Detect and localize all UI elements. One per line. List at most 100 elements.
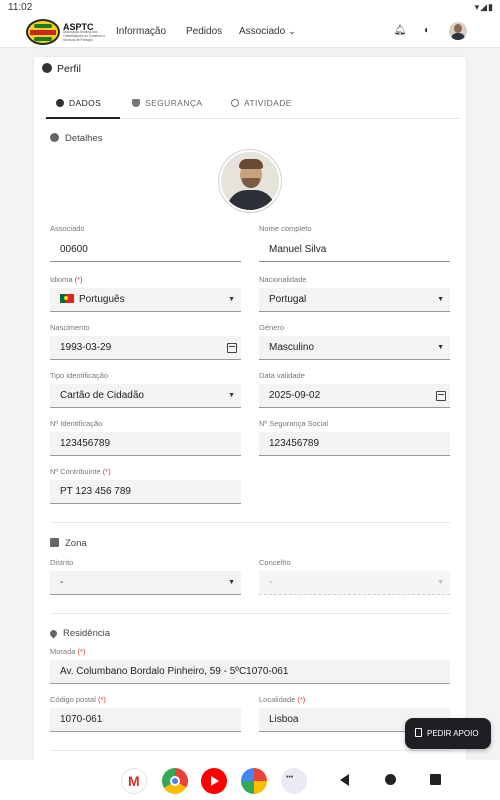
nome-label: Nome completo [259, 224, 312, 233]
user-avatar[interactable] [449, 22, 467, 40]
nav-associado[interactable]: Associado ⌄ [239, 26, 296, 37]
history-icon [231, 99, 239, 107]
brand-subtitle: Associação Sindical dos Trabalhadores do… [63, 30, 106, 42]
nascimento-date-input[interactable]: 1993-03-29 [50, 336, 241, 360]
section-divider [50, 750, 450, 751]
calendar-icon[interactable] [436, 391, 446, 401]
back-icon[interactable] [340, 774, 349, 786]
section-residencia-title: Residência [63, 628, 110, 639]
logo-stripe-bottom [34, 37, 52, 41]
profile-card: Perfil DADOS SEGURANÇA ATIVIDADE Detalhe… [34, 57, 466, 767]
validade-value: 2025-09-02 [269, 390, 321, 401]
photo-body [227, 190, 275, 210]
seg-social-field[interactable]: 123456789 [259, 432, 450, 456]
location-pin-icon [48, 628, 59, 639]
home-icon[interactable] [385, 774, 396, 785]
portugal-flag-icon [60, 294, 74, 303]
profile-photo[interactable] [219, 150, 281, 212]
shield-icon [132, 99, 140, 107]
codigo-postal-label: Código postal (*) [50, 695, 106, 704]
localidade-label: Localidade (*) [259, 695, 305, 704]
nav-pedidos[interactable]: Pedidos [186, 26, 222, 37]
idioma-label-text: Idioma [50, 275, 73, 284]
section-divider [50, 522, 450, 523]
morada-label: Morada (*) [50, 647, 85, 656]
nacionalidade-value: Portugal [269, 294, 307, 305]
tab-atividade-label: ATIVIDADE [244, 98, 292, 108]
genero-select[interactable]: Masculino ▼ [259, 336, 450, 360]
dropdown-arrow-icon: ▼ [228, 392, 235, 399]
tab-dados-label: DADOS [69, 98, 102, 108]
genero-value: Masculino [269, 342, 315, 353]
bell-icon[interactable]: 🔔︎ [393, 24, 407, 38]
tab-seguranca[interactable]: SEGURANÇA [132, 98, 202, 108]
concelho-label: Concelho [259, 558, 291, 567]
android-navigation-bar [0, 760, 500, 800]
app-drawer-icon[interactable] [281, 768, 307, 794]
seg-social-label: Nº Segurança Social [259, 419, 329, 428]
info-icon [50, 133, 59, 142]
language-icon[interactable]: ◐ [420, 24, 434, 38]
section-detalhes: Detalhes [50, 133, 103, 144]
photos-icon[interactable] [241, 768, 267, 794]
section-divider [50, 613, 450, 614]
brand-logo[interactable] [26, 19, 60, 45]
morada-label-text: Morada [50, 647, 76, 656]
idioma-select[interactable]: Português ▼ [50, 288, 241, 312]
associado-label: Associado [50, 224, 85, 233]
pedir-apoio-label: PEDIR APOIO [427, 729, 479, 738]
validade-date-input[interactable]: 2025-09-02 [259, 384, 450, 408]
dropdown-arrow-icon: ▼ [437, 344, 444, 351]
pedir-apoio-button[interactable]: PEDIR APOIO [405, 718, 491, 749]
recents-icon[interactable] [430, 774, 441, 785]
required-marker: (*) [102, 467, 111, 476]
codigo-postal-label-text: Código postal [50, 695, 96, 704]
nav-informacao[interactable]: Informação [116, 26, 166, 37]
codigo-postal-field[interactable]: 1070-061 [50, 708, 241, 732]
chevron-down-icon: ⌄ [288, 26, 296, 36]
tipo-id-select[interactable]: Cartão de Cidadão ▼ [50, 384, 241, 408]
gmail-icon[interactable] [121, 768, 147, 794]
document-icon [415, 728, 422, 737]
nacionalidade-select[interactable]: Portugal ▼ [259, 288, 450, 312]
card-title-text: Perfil [57, 63, 81, 75]
idioma-value: Português [79, 294, 125, 305]
logo-stripe-middle [30, 30, 56, 35]
num-id-field[interactable]: 123456789 [50, 432, 241, 456]
nascimento-value: 1993-03-29 [60, 342, 112, 353]
calendar-icon[interactable] [227, 343, 237, 353]
chrome-icon[interactable] [162, 768, 188, 794]
tab-atividade[interactable]: ATIVIDADE [231, 98, 292, 108]
avatar-head [454, 24, 462, 33]
map-icon [50, 538, 59, 547]
contribuinte-field[interactable]: PT 123 456 789 [50, 480, 241, 504]
associado-field[interactable]: 00600 [50, 238, 241, 262]
info-icon [56, 99, 64, 107]
section-detalhes-title: Detalhes [65, 133, 103, 144]
profile-tabs: DADOS SEGURANÇA ATIVIDADE [40, 94, 460, 119]
card-title: Perfil [42, 63, 81, 75]
morada-field[interactable]: Av. Columbano Bordalo Pinheiro, 59 - 5ºC… [50, 660, 450, 684]
tab-dados[interactable]: DADOS [56, 98, 101, 108]
nome-field[interactable]: Manuel Silva [259, 238, 450, 262]
tipo-id-value: Cartão de Cidadão [60, 390, 144, 401]
dropdown-arrow-icon: ▼ [437, 579, 444, 586]
logo-stripe-top [34, 24, 52, 28]
dropdown-arrow-icon: ▼ [437, 296, 444, 303]
validade-label: Data validade [259, 371, 305, 380]
distrito-select[interactable]: - ▼ [50, 571, 241, 595]
nascimento-label: Nascimento [50, 323, 90, 332]
dropdown-arrow-icon: ▼ [228, 579, 235, 586]
tab-seguranca-label: SEGURANÇA [145, 98, 203, 108]
app-bar: ASPTC Associação Sindical dos Trabalhado… [0, 16, 500, 48]
concelho-select: - ▼ [259, 571, 450, 595]
dropdown-arrow-icon: ▼ [228, 296, 235, 303]
contribuinte-label-text: Nº Contribuinte [50, 467, 101, 476]
youtube-icon[interactable] [201, 768, 227, 794]
distrito-value: - [60, 577, 64, 588]
nav-associado-label: Associado [239, 26, 286, 37]
status-time: 11:02 [8, 2, 33, 13]
contribuinte-label: Nº Contribuinte (*) [50, 467, 111, 476]
section-zona: Zona [50, 538, 87, 549]
concelho-value: - [269, 577, 273, 588]
